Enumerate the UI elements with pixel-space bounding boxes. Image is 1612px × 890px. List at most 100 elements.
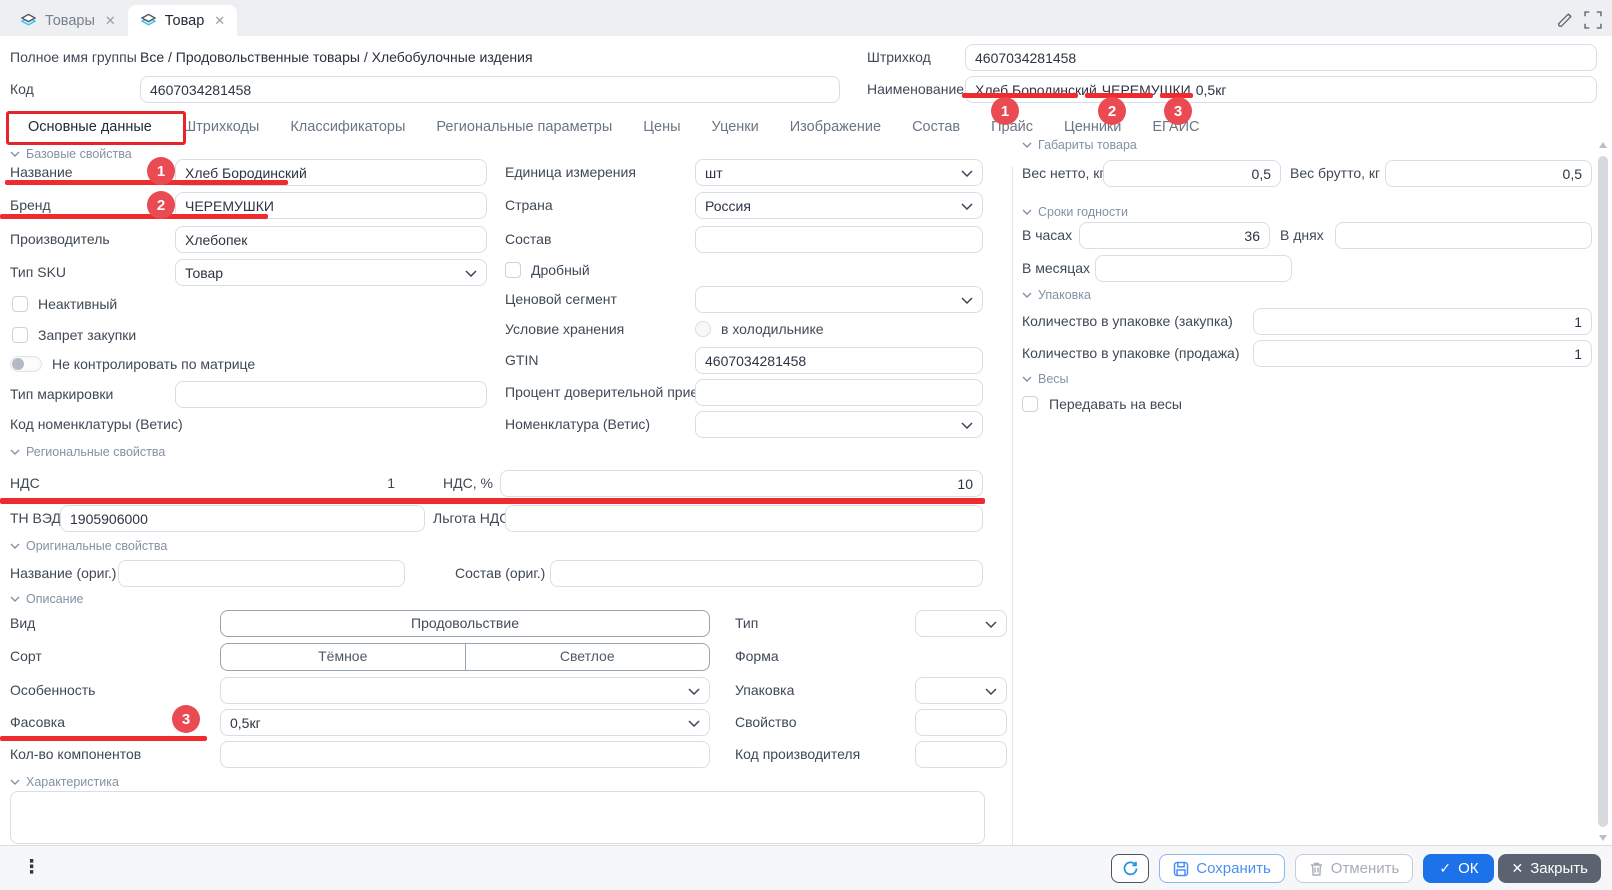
tnved-input[interactable] <box>60 505 425 532</box>
kebab-menu-icon[interactable]: ⋮ <box>22 856 41 879</box>
scroll-down-icon[interactable] <box>1599 835 1607 841</box>
gross-weight-input[interactable] <box>1385 160 1592 187</box>
window-tab-label: Товары <box>45 13 95 29</box>
close-icon[interactable]: ✕ <box>214 13 225 29</box>
package-sale-input[interactable] <box>1253 340 1592 367</box>
vat-benefit-input[interactable] <box>505 505 983 532</box>
sort-light-button[interactable]: Светлое <box>466 644 710 670</box>
chevron-down-icon <box>1022 142 1032 148</box>
chevron-down-icon <box>961 170 973 177</box>
save-icon <box>1173 861 1189 877</box>
ok-button[interactable]: ✓ ОК <box>1423 854 1494 883</box>
marking-type-input[interactable] <box>175 381 487 408</box>
net-weight-input[interactable] <box>1103 160 1281 187</box>
tab-main-data[interactable]: Основные данные <box>28 119 152 135</box>
send-to-scales-checkbox[interactable] <box>1022 396 1038 412</box>
scrollbar-thumb[interactable] <box>1598 156 1608 827</box>
refresh-icon <box>1122 860 1139 877</box>
package-purchase-input[interactable] <box>1253 308 1592 335</box>
chevron-down-icon <box>985 621 997 628</box>
refresh-button[interactable] <box>1111 854 1149 883</box>
section-package[interactable]: Упаковка <box>1022 288 1091 302</box>
name-input[interactable]: Хлеб Бородинский ЧЕРЕМУШКИ 0,5кг <box>965 76 1597 103</box>
section-characteristic[interactable]: Характеристика <box>10 775 119 789</box>
feature-select[interactable] <box>220 677 710 704</box>
section-description[interactable]: Описание <box>10 592 84 606</box>
sku-type-select[interactable]: Товар <box>175 259 487 286</box>
price-segment-select[interactable] <box>695 286 983 313</box>
section-shelf-life[interactable]: Сроки годности <box>1022 205 1128 219</box>
chevron-down-icon <box>10 151 20 157</box>
unit-select[interactable]: шт <box>695 159 983 186</box>
vetis-nomenclature-select[interactable] <box>695 411 983 438</box>
chevron-down-icon <box>1022 376 1032 382</box>
property-input[interactable] <box>915 709 1007 736</box>
save-button[interactable]: Сохранить <box>1159 854 1285 883</box>
gross-weight-label: Вес брутто, кг <box>1290 160 1380 187</box>
window-tab-product[interactable]: Товар ✕ <box>128 5 237 36</box>
section-original[interactable]: Оригинальные свойства <box>10 539 167 553</box>
name-field-label: Название <box>10 159 73 186</box>
tab-classifiers[interactable]: Классификаторы <box>290 119 405 135</box>
layers-icon <box>140 13 157 29</box>
scroll-up-icon[interactable] <box>1599 142 1607 148</box>
packing-select[interactable]: 0,5кг <box>220 709 710 736</box>
orig-composition-label: Состав (ориг.) <box>455 560 545 587</box>
matrix-toggle[interactable] <box>10 356 42 372</box>
characteristic-textarea[interactable] <box>10 791 985 844</box>
fridge-radio[interactable] <box>695 321 711 337</box>
close-icon[interactable]: ✕ <box>105 13 116 29</box>
tab-prices[interactable]: Цены <box>643 119 680 135</box>
tab-image[interactable]: Изображение <box>790 119 881 135</box>
trust-percent-input[interactable] <box>695 379 983 406</box>
code-input[interactable] <box>140 76 840 103</box>
inactive-checkbox[interactable] <box>12 296 28 312</box>
kind-button[interactable]: Продовольствие <box>220 610 710 637</box>
components-label: Кол-во компонентов <box>10 741 141 768</box>
type-select[interactable] <box>915 610 1007 637</box>
orig-composition-input[interactable] <box>550 560 983 587</box>
fullscreen-icon[interactable] <box>1584 11 1602 29</box>
tab-markdowns[interactable]: Уценки <box>712 119 759 135</box>
cancel-button[interactable]: Отменить <box>1295 854 1414 883</box>
composition-input[interactable] <box>695 226 983 253</box>
fractional-checkbox[interactable] <box>505 262 521 278</box>
packaging-select[interactable] <box>915 677 1007 704</box>
barcode-input[interactable] <box>965 44 1597 71</box>
pencil-icon[interactable] <box>1556 11 1574 29</box>
section-dimensions[interactable]: Габариты товара <box>1022 138 1137 152</box>
vat-percent-input[interactable] <box>500 470 983 497</box>
brand-input[interactable] <box>175 192 487 219</box>
orig-name-input[interactable] <box>118 560 405 587</box>
manufacturer-input[interactable] <box>175 226 487 253</box>
package-purchase-label: Количество в упаковке (закупка) <box>1022 308 1233 335</box>
toggle-knob <box>12 358 24 370</box>
months-input[interactable] <box>1095 255 1292 282</box>
purchase-ban-checkbox[interactable] <box>12 327 28 343</box>
tab-barcodes[interactable]: Штрихкоды <box>183 119 259 135</box>
tab-composition[interactable]: Состав <box>912 119 960 135</box>
chevron-down-icon <box>688 688 700 695</box>
close-button[interactable]: ✕ Закрыть <box>1498 854 1601 883</box>
chevron-down-icon <box>961 203 973 210</box>
days-input[interactable] <box>1335 222 1592 249</box>
manufacturer-code-input[interactable] <box>915 741 1007 768</box>
section-regional[interactable]: Региональные свойства <box>10 445 165 459</box>
hours-input[interactable] <box>1079 222 1270 249</box>
section-scales[interactable]: Весы <box>1022 372 1069 386</box>
tab-regional-params[interactable]: Региональные параметры <box>436 119 612 135</box>
chevron-down-icon <box>10 779 20 785</box>
window-tab-products[interactable]: Товары ✕ <box>8 5 128 36</box>
vertical-scrollbar[interactable] <box>1597 140 1609 843</box>
package-sale-label: Количество в упаковке (продажа) <box>1022 340 1240 367</box>
close-icon: ✕ <box>1511 860 1523 877</box>
purchase-ban-label: Запрет закупки <box>38 322 136 349</box>
layers-icon <box>20 13 37 29</box>
name-field-input[interactable] <box>175 159 487 186</box>
composition-label: Состав <box>505 226 551 253</box>
hours-label: В часах <box>1022 222 1072 249</box>
components-input[interactable] <box>220 741 710 768</box>
sort-dark-button[interactable]: Тёмное <box>221 644 466 670</box>
gtin-input[interactable] <box>695 347 983 374</box>
country-select[interactable]: Россия <box>695 192 983 219</box>
